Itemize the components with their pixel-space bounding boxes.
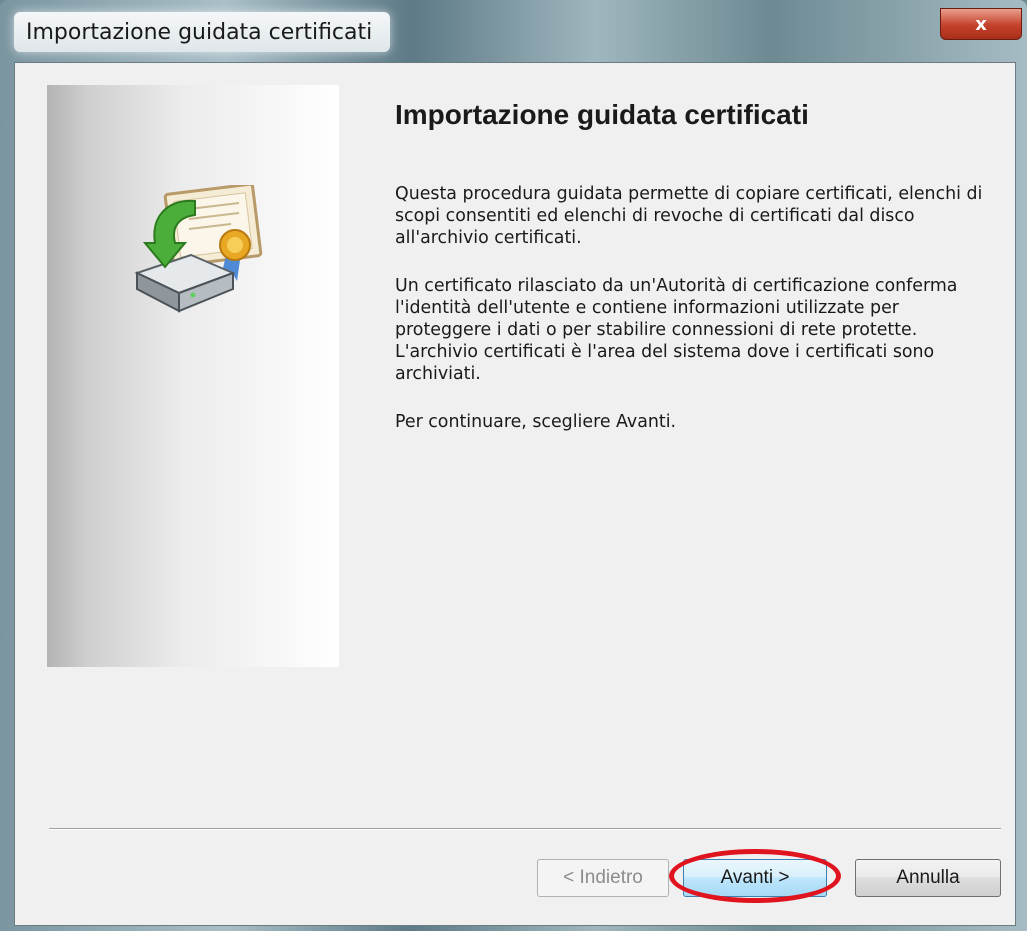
close-icon: x [975, 13, 987, 35]
window-title: Importazione guidata certificati [14, 12, 391, 52]
intro-paragraph: Questa procedura guidata permette di cop… [395, 184, 983, 248]
info-paragraph: Un certificato rilasciato da un'Autorità… [395, 276, 958, 384]
disk-drive-icon [134, 253, 236, 313]
wizard-heading: Importazione guidata certificati [395, 99, 809, 130]
footer-separator [49, 828, 1001, 830]
wizard-side-panel [47, 85, 339, 667]
next-button[interactable]: Avanti > [683, 859, 827, 897]
back-button[interactable]: < Indietro [537, 859, 669, 897]
wizard-window: Importazione guidata certificati x Impor… [0, 0, 1027, 931]
close-button[interactable]: x [940, 8, 1022, 40]
cancel-button[interactable]: Annulla [855, 859, 1001, 897]
continue-paragraph: Per continuare, scegliere Avanti. [395, 412, 677, 432]
certificate-import-icon [134, 185, 263, 313]
wizard-content: Importazione guidata certificati Questa … [395, 99, 985, 459]
wizard-body: Importazione guidata certificati Questa … [14, 62, 1016, 926]
title-bar[interactable]: Importazione guidata certificati x [0, 0, 1027, 62]
